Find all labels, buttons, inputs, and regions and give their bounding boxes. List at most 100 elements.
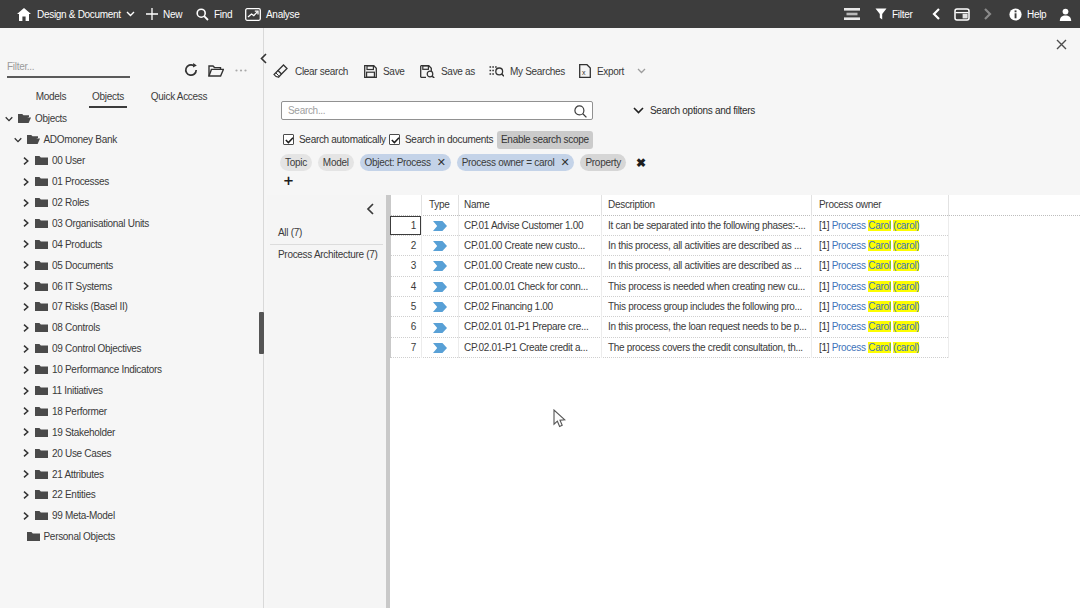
result-row[interactable]: 4 CP.01.00.01 Check for conn... This pro… [390, 277, 949, 297]
chevron-right-icon[interactable] [22, 219, 30, 227]
owner-user-highlight[interactable]: (carol) [893, 220, 919, 231]
tree-item[interactable]: 11 Initiatives [0, 380, 252, 401]
tree-item[interactable]: 21 Attributes [0, 464, 252, 485]
chevron-right-icon[interactable] [22, 157, 30, 165]
layout-button[interactable] [844, 0, 860, 28]
tree-item[interactable]: 00 User [0, 150, 252, 171]
tree-item[interactable]: 19 Stakeholder [0, 422, 252, 443]
owner-name-highlight[interactable]: Carol [868, 220, 890, 231]
search-icon[interactable] [574, 105, 587, 118]
tree-item[interactable]: 04 Products [0, 234, 252, 255]
row-owner-cell[interactable]: [1] Process Carol (carol) [811, 256, 948, 276]
chevron-right-icon[interactable] [22, 387, 30, 395]
chevron-right-icon[interactable] [22, 407, 30, 415]
filter-chip[interactable]: Property [580, 154, 625, 171]
export-button[interactable]: x Export [579, 60, 646, 82]
open-folder-button[interactable] [206, 60, 226, 80]
save-button[interactable]: Save [364, 60, 405, 82]
result-row[interactable]: 7 CP.02.01-P1 Create credit a... The pro… [390, 338, 949, 358]
owner-name-highlight[interactable]: Carol [868, 260, 890, 271]
tree-filter-input[interactable] [7, 57, 130, 78]
row-number-cell[interactable]: 6 [390, 317, 422, 337]
windows-button[interactable] [954, 0, 970, 28]
clear-search-button[interactable]: Clear search [273, 60, 348, 82]
new-button[interactable]: New [146, 0, 182, 28]
facet-collapse-button[interactable] [366, 203, 378, 215]
filter-chip[interactable]: Object: Process ✕ [360, 154, 451, 171]
tree-item[interactable]: 07 Risks (Basel II) [0, 297, 252, 318]
row-name-cell[interactable]: CP.01.00 Create new custo... [458, 236, 601, 256]
owner-process-link[interactable]: Process [832, 240, 866, 251]
close-button[interactable] [1054, 37, 1069, 52]
tab-quick-access[interactable]: Quick Access [148, 88, 210, 108]
result-row[interactable]: 1 CP.01 Advise Customer 1.00 It can be s… [390, 216, 949, 236]
remove-chip-icon[interactable]: ✕ [437, 156, 446, 169]
owner-user-highlight[interactable]: (carol) [893, 342, 919, 353]
chevron-down-icon[interactable] [14, 136, 22, 144]
tree-item[interactable]: 10 Performance Indicators [0, 359, 252, 380]
row-type-cell[interactable] [421, 297, 458, 317]
remove-chip-icon[interactable]: ✕ [561, 156, 570, 169]
chevron-right-icon[interactable] [22, 324, 30, 332]
column-header-type[interactable]: Type [421, 195, 458, 216]
filter-chip[interactable]: Process owner = carol ✕ [457, 154, 575, 171]
row-type-cell[interactable] [421, 277, 458, 297]
owner-name-highlight[interactable]: Carol [868, 342, 890, 353]
row-owner-cell[interactable]: [1] Process Carol (carol) [811, 338, 948, 358]
row-owner-cell[interactable]: [1] Process Carol (carol) [811, 216, 948, 236]
row-description-cell[interactable]: In this process, all activities are desc… [601, 256, 811, 276]
my-searches-button[interactable]: My Searches [489, 60, 565, 82]
column-header-owner[interactable]: Process owner [811, 195, 948, 216]
owner-process-link[interactable]: Process [832, 321, 866, 332]
row-owner-cell[interactable]: [1] Process Carol (carol) [811, 317, 948, 337]
row-name-cell[interactable]: CP.01.00.01 Check for conn... [458, 277, 601, 297]
tree-item[interactable]: ADOmoney Bank [0, 129, 252, 150]
row-type-cell[interactable] [421, 256, 458, 276]
owner-process-link[interactable]: Process [832, 260, 866, 271]
chevron-right-icon[interactable] [22, 199, 30, 207]
tree-item[interactable]: 99 Meta-Model [0, 505, 252, 526]
back-button[interactable] [932, 0, 940, 28]
row-type-cell[interactable] [421, 317, 458, 337]
chevron-right-icon[interactable] [22, 470, 30, 478]
user-button[interactable] [1059, 0, 1072, 28]
result-row[interactable]: 2 CP.01.00 Create new custo... In this p… [390, 236, 949, 256]
chevron-right-icon[interactable] [22, 282, 30, 290]
clear-all-filters-button[interactable]: ✖ [636, 156, 646, 170]
tree-item[interactable]: 06 IT Systems [0, 276, 252, 297]
row-name-cell[interactable]: CP.01 Advise Customer 1.00 [458, 216, 601, 236]
row-description-cell[interactable]: This process group includes the followin… [601, 297, 811, 317]
column-header-name[interactable]: Name [458, 195, 601, 216]
sidebar-splitter-handle[interactable] [259, 312, 264, 354]
tree-item[interactable]: 02 Roles [0, 192, 252, 213]
find-button[interactable]: Find [196, 0, 232, 28]
chevron-right-icon[interactable] [22, 428, 30, 436]
result-row[interactable]: 6 CP.02.01 01-P1 Prepare cre... In this … [390, 317, 949, 337]
facet-all[interactable]: All (7) [267, 223, 386, 243]
tree-item[interactable]: 03 Organisational Units [0, 213, 252, 234]
row-type-cell[interactable] [421, 216, 458, 236]
facet-process-architecture[interactable]: Process Architecture (7) [267, 245, 386, 265]
filter-button[interactable]: Filter [875, 0, 912, 28]
owner-process-link[interactable]: Process [832, 301, 866, 312]
row-number-cell[interactable]: 7 [390, 338, 422, 358]
chevron-right-icon[interactable] [22, 491, 30, 499]
tree-item[interactable]: 20 Use Cases [0, 443, 252, 464]
save-as-button[interactable]: Save as [420, 60, 475, 82]
tab-models[interactable]: Models [30, 88, 72, 108]
tab-objects[interactable]: Objects [89, 88, 127, 108]
tree-item[interactable]: 05 Documents [0, 255, 252, 276]
owner-name-highlight[interactable]: Carol [868, 301, 890, 312]
menu-design-document[interactable]: Design & Document [37, 0, 135, 28]
caret-down-icon[interactable] [637, 68, 646, 74]
tree-item[interactable]: Objects [0, 109, 252, 130]
row-name-cell[interactable]: CP.02 Financing 1.00 [458, 297, 601, 317]
tree-item[interactable]: Personal Objects [0, 526, 252, 547]
row-number-cell[interactable]: 5 [390, 297, 422, 317]
enable-search-scope-button[interactable]: Enable search scope [497, 131, 593, 149]
row-name-cell[interactable]: CP.02.01-P1 Create credit a... [458, 338, 601, 358]
tree-item[interactable]: 08 Controls [0, 317, 252, 338]
help-button[interactable]: Help [1009, 0, 1046, 28]
row-description-cell[interactable]: This process is needed when creating new… [601, 277, 811, 297]
owner-process-link[interactable]: Process [832, 220, 866, 231]
